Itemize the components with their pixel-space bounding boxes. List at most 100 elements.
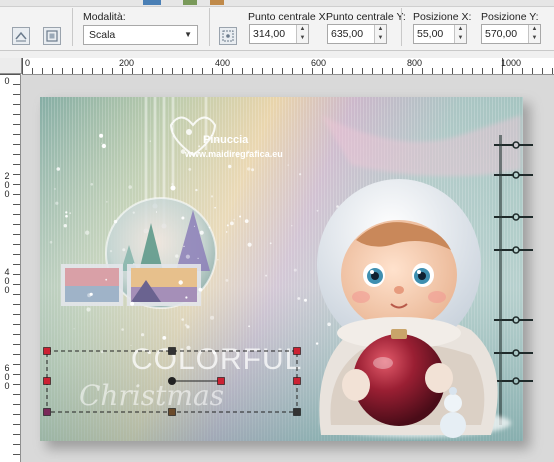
sparkle <box>198 145 201 148</box>
spin-up-icon[interactable]: ▲ <box>455 25 466 34</box>
sparkle <box>49 240 53 244</box>
ruler-label: 400 <box>4 267 10 295</box>
binder-spine <box>499 135 502 425</box>
ruler-label: 600 <box>4 363 10 391</box>
sparkle <box>54 188 56 190</box>
sparkle <box>217 259 219 261</box>
ruler-label: 0 <box>25 58 31 68</box>
tool-options-bar: Modalità: Scala ▼ Punto centrale X: 314,… <box>0 0 554 51</box>
spin-buttons[interactable]: ▲ ▼ <box>454 25 466 43</box>
toolbar-separator <box>209 8 210 46</box>
sparkle <box>315 342 319 345</box>
artwork-canvas[interactable]: Pinuccia www.maidiregrafica.eu COLORFUL … <box>21 75 554 462</box>
vertical-ruler: 0 200 400 600 <box>0 74 21 462</box>
position-y-label: Posizione Y: <box>481 11 539 23</box>
position-x-label: Posizione X: <box>413 11 472 23</box>
center-y-value: 635,00 <box>331 28 364 40</box>
resize-handle[interactable] <box>43 408 51 416</box>
sparkle <box>287 164 290 166</box>
resize-handle[interactable] <box>293 408 301 416</box>
resize-handle[interactable] <box>293 347 301 355</box>
sparkle <box>208 227 211 229</box>
selected-tool-indicator[interactable] <box>143 0 161 5</box>
center-handle[interactable] <box>168 377 176 385</box>
sparkle <box>244 219 249 224</box>
sparkle <box>69 212 72 215</box>
apply-transform-icon[interactable] <box>43 27 61 45</box>
resize-handle[interactable] <box>43 377 51 385</box>
sparkle <box>228 164 232 169</box>
sparkle <box>89 292 93 296</box>
sparkle <box>214 206 216 209</box>
sparkle <box>210 315 215 320</box>
sparkle <box>226 224 229 227</box>
ruler-label: 200 <box>119 58 135 68</box>
sparkle <box>304 298 307 302</box>
position-x-field[interactable]: 55,00 ▲ ▼ <box>413 24 467 44</box>
sparkle <box>226 231 228 233</box>
sparkle <box>85 230 90 235</box>
sparkle <box>197 257 199 260</box>
sparkle <box>247 167 251 171</box>
sparkle <box>63 224 67 228</box>
sparkle <box>225 279 229 282</box>
spin-down-icon[interactable]: ▼ <box>529 34 540 43</box>
sparkle <box>133 263 135 265</box>
sparkle <box>248 325 251 328</box>
spin-up-icon[interactable]: ▲ <box>297 25 308 34</box>
spin-buttons[interactable]: ▲ ▼ <box>528 25 540 43</box>
ruler-corner <box>0 58 22 74</box>
spin-up-icon[interactable]: ▲ <box>375 25 386 34</box>
toolbar-separator <box>72 8 73 46</box>
center-y-field[interactable]: 635,00 ▲ ▼ <box>327 24 387 44</box>
horizontal-ruler: 0 200 400 600 800 1000 <box>22 58 554 75</box>
sparkle <box>185 254 190 259</box>
sparkle <box>327 322 331 327</box>
sparkle <box>198 287 203 292</box>
center-point-icon[interactable] <box>219 27 237 45</box>
canvas-workspace[interactable]: Pinuccia www.maidiregrafica.eu COLORFUL … <box>21 75 554 462</box>
sparkle <box>265 274 268 277</box>
mode-select[interactable]: Scala ▼ <box>83 25 198 45</box>
mode-select-value: Scala <box>89 29 116 41</box>
sparkle <box>199 230 204 235</box>
ruler-label: 1000 <box>501 58 522 68</box>
reset-transform-icon[interactable] <box>12 27 30 45</box>
spin-down-icon[interactable]: ▼ <box>375 34 386 43</box>
sparkle <box>122 248 126 252</box>
title-word-1: COLORFUL <box>131 343 302 376</box>
spin-up-icon[interactable]: ▲ <box>529 25 540 34</box>
center-y-label: Punto centrale Y: <box>326 11 406 23</box>
sparkle <box>155 211 158 213</box>
sparkle <box>101 143 107 149</box>
sparkle <box>175 254 179 258</box>
tool-icon-orange[interactable] <box>210 0 224 5</box>
resize-handle[interactable] <box>293 377 301 385</box>
sparkle <box>105 278 108 281</box>
position-y-field[interactable]: 570,00 ▲ ▼ <box>481 24 541 44</box>
position-y-value: 570,00 <box>485 28 518 40</box>
center-x-field[interactable]: 314,00 ▲ ▼ <box>249 24 309 44</box>
spin-down-icon[interactable]: ▼ <box>455 34 466 43</box>
sparkle <box>291 225 293 227</box>
position-x-value: 55,00 <box>417 28 444 40</box>
sparkle <box>149 140 151 142</box>
sparkle <box>239 215 242 218</box>
spin-down-icon[interactable]: ▼ <box>297 34 308 43</box>
sparkle <box>113 219 118 224</box>
sparkle <box>106 201 108 203</box>
resize-handle[interactable] <box>217 377 225 385</box>
sparkle <box>247 242 252 247</box>
ruler-label: 0 <box>4 76 10 86</box>
spin-buttons[interactable]: ▲ ▼ <box>296 25 308 43</box>
sparkle <box>193 225 195 227</box>
tool-icon-green[interactable] <box>183 0 197 5</box>
center-x-value: 314,00 <box>253 28 286 40</box>
resize-handle[interactable] <box>168 347 176 355</box>
spin-buttons[interactable]: ▲ ▼ <box>374 25 386 43</box>
resize-handle[interactable] <box>43 347 51 355</box>
resize-handle[interactable] <box>168 408 176 416</box>
sparkle <box>233 218 235 221</box>
sparkle <box>162 336 167 340</box>
sparkle <box>188 168 192 171</box>
